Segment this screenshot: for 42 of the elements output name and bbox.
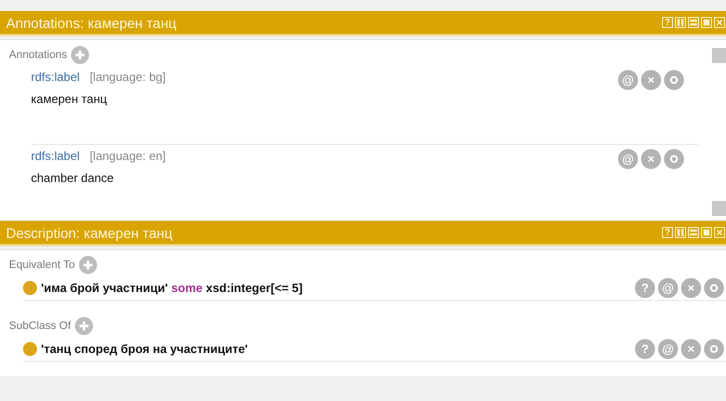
explain-button[interactable]: ? (635, 278, 655, 298)
close-icon[interactable] (714, 17, 725, 28)
add-icon[interactable] (74, 317, 93, 335)
edit-icon[interactable] (664, 149, 684, 169)
class-expression: 'има брой участници' some xsd:integer[<= 5] (41, 281, 304, 295)
close-icon[interactable] (714, 227, 725, 238)
add-icon[interactable] (71, 46, 90, 64)
add-icon[interactable] (78, 256, 97, 274)
delete-button[interactable]: × (681, 278, 701, 298)
edit-icon[interactable] (704, 278, 724, 298)
language-tag: [language: bg] (90, 70, 166, 84)
delete-button[interactable]: × (641, 149, 661, 169)
panel-title: Annotations: камерен танц (6, 14, 176, 30)
class-icon (23, 281, 37, 295)
annotate-button[interactable]: @ (658, 278, 678, 298)
annotation-value: камерен танц (31, 92, 108, 108)
annotate-button[interactable]: @ (618, 149, 638, 169)
annotate-button[interactable]: @ (618, 70, 638, 90)
class-expression: 'танц според броя на участниците' (41, 342, 249, 356)
split-horizontal-icon[interactable] (688, 227, 699, 238)
delete-button[interactable]: × (641, 70, 661, 90)
help-button[interactable]: ? (662, 227, 673, 238)
split-vertical-icon[interactable] (675, 17, 686, 28)
language-tag: [language: en] (90, 149, 166, 163)
section-label: Annotations (9, 49, 68, 61)
section-label: SubClass Of (9, 320, 71, 332)
explain-button[interactable]: ? (635, 339, 655, 359)
class-icon (23, 342, 37, 356)
property-link[interactable]: rdfs:label (31, 70, 80, 84)
maximize-icon[interactable] (701, 227, 712, 238)
section-label: Equivalent To (9, 259, 75, 271)
split-vertical-icon[interactable] (675, 227, 686, 238)
panel-title: Description: камерен танц (6, 224, 172, 240)
annotate-button[interactable]: @ (658, 339, 678, 359)
help-button[interactable]: ? (662, 17, 673, 28)
annotation-value: chamber dance (31, 171, 115, 187)
property-link[interactable]: rdfs:label (31, 149, 80, 163)
maximize-icon[interactable] (701, 17, 712, 28)
edit-icon[interactable] (704, 339, 724, 359)
split-horizontal-icon[interactable] (688, 17, 699, 28)
delete-button[interactable]: × (681, 339, 701, 359)
edit-icon[interactable] (664, 70, 684, 90)
